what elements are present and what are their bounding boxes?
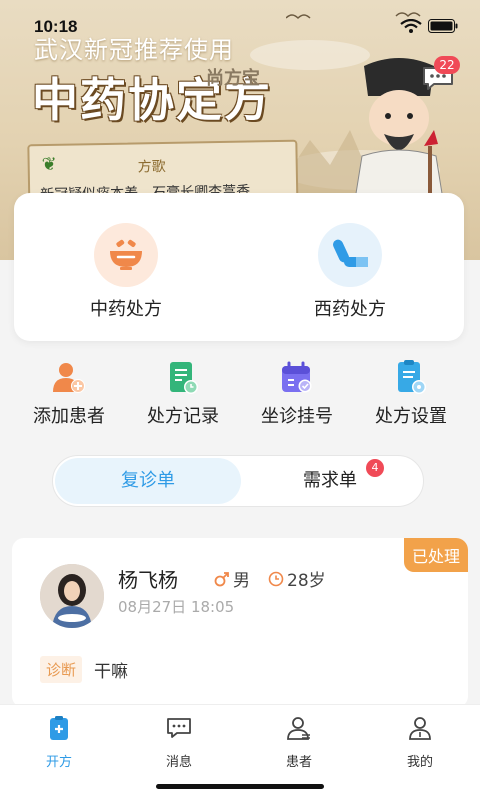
nav-item-messages[interactable]: 消息 — [139, 715, 219, 770]
quick-action-prescription-settings[interactable]: 处方设置 — [356, 360, 466, 440]
nav-label-messages: 消息 — [165, 755, 192, 770]
herbal-prescription-label: 中药处方 — [90, 299, 162, 320]
nav-label-patients: 患者 — [285, 755, 312, 770]
male-icon — [214, 571, 229, 586]
battery-icon — [428, 19, 458, 33]
gender-text: 男 — [233, 571, 250, 591]
pill-capsule-icon — [333, 239, 368, 267]
age-text: 28岁 — [287, 571, 326, 591]
prescription-settings-icon — [398, 360, 426, 394]
prescription-record-icon — [170, 362, 198, 394]
list-item[interactable]: 已处理 杨飞杨 男 28岁 08月27日 18:05 诊断 干嘛 — [12, 538, 468, 708]
herbal-prescription-button[interactable]: 中药处方 — [56, 223, 196, 321]
add-patient-label: 添加患者 — [33, 406, 105, 427]
prescription-card: 中药处方 西药处方 — [14, 193, 464, 341]
herbal-bowl-icon — [110, 239, 142, 270]
quick-actions: 添加患者 处方记录 坐诊挂号 处方设置 — [0, 360, 480, 440]
patients-icon — [287, 717, 310, 740]
clock-icon — [268, 571, 284, 586]
diagnosis-tag: 诊断 — [40, 656, 83, 683]
nav-label-prescribe: 开方 — [45, 755, 72, 770]
requests-badge: 4 — [366, 459, 384, 477]
nav-item-me[interactable]: 我的 — [380, 715, 460, 770]
western-prescription-button[interactable]: 西药处方 — [280, 223, 420, 321]
western-prescription-label: 西药处方 — [314, 299, 386, 320]
tab-requests[interactable]: 需求单 — [237, 458, 423, 504]
nav-item-prescribe[interactable]: 开方 — [19, 715, 99, 770]
brand-name: 尚方宝 — [206, 68, 260, 89]
add-patient-icon — [53, 363, 85, 393]
herbal-circle — [94, 223, 158, 287]
prescribe-clipboard-icon — [50, 716, 68, 740]
profile-icon — [409, 717, 431, 740]
diagnosis-text: 干嘛 — [94, 662, 128, 682]
calendar-appointment-icon — [282, 361, 312, 393]
paper-title: 方歌 — [137, 158, 166, 176]
record-date: 08月27日 18:05 — [118, 598, 235, 616]
quick-action-prescription-record[interactable]: 处方记录 — [128, 360, 238, 440]
prescription-record-label: 处方记录 — [147, 406, 219, 427]
tab-follow-up[interactable]: 复诊单 — [55, 458, 241, 504]
patient-age: 28岁 — [268, 566, 326, 591]
patient-gender: 男 — [214, 566, 250, 591]
quick-action-appointment[interactable]: 坐诊挂号 — [242, 360, 352, 440]
home-indicator — [156, 784, 324, 789]
prescription-settings-label: 处方设置 — [375, 406, 447, 427]
message-bubble-icon — [167, 718, 191, 738]
avatar — [40, 564, 104, 628]
message-count-badge: 22 — [434, 56, 460, 74]
western-circle — [318, 223, 382, 287]
quick-action-add-patient[interactable]: 添加患者 — [14, 360, 124, 440]
nav-label-me: 我的 — [406, 755, 433, 770]
status-icons — [400, 19, 458, 33]
nav-item-patients[interactable]: 患者 — [259, 715, 339, 770]
patient-name: 杨飞杨 — [118, 568, 178, 592]
appointment-label: 坐诊挂号 — [261, 406, 333, 427]
leaf-icon: ❦ — [41, 153, 57, 176]
wifi-icon — [400, 19, 422, 33]
status-badge: 已处理 — [403, 538, 468, 572]
banner-subtitle: 武汉新冠推荐使用 — [34, 36, 234, 64]
